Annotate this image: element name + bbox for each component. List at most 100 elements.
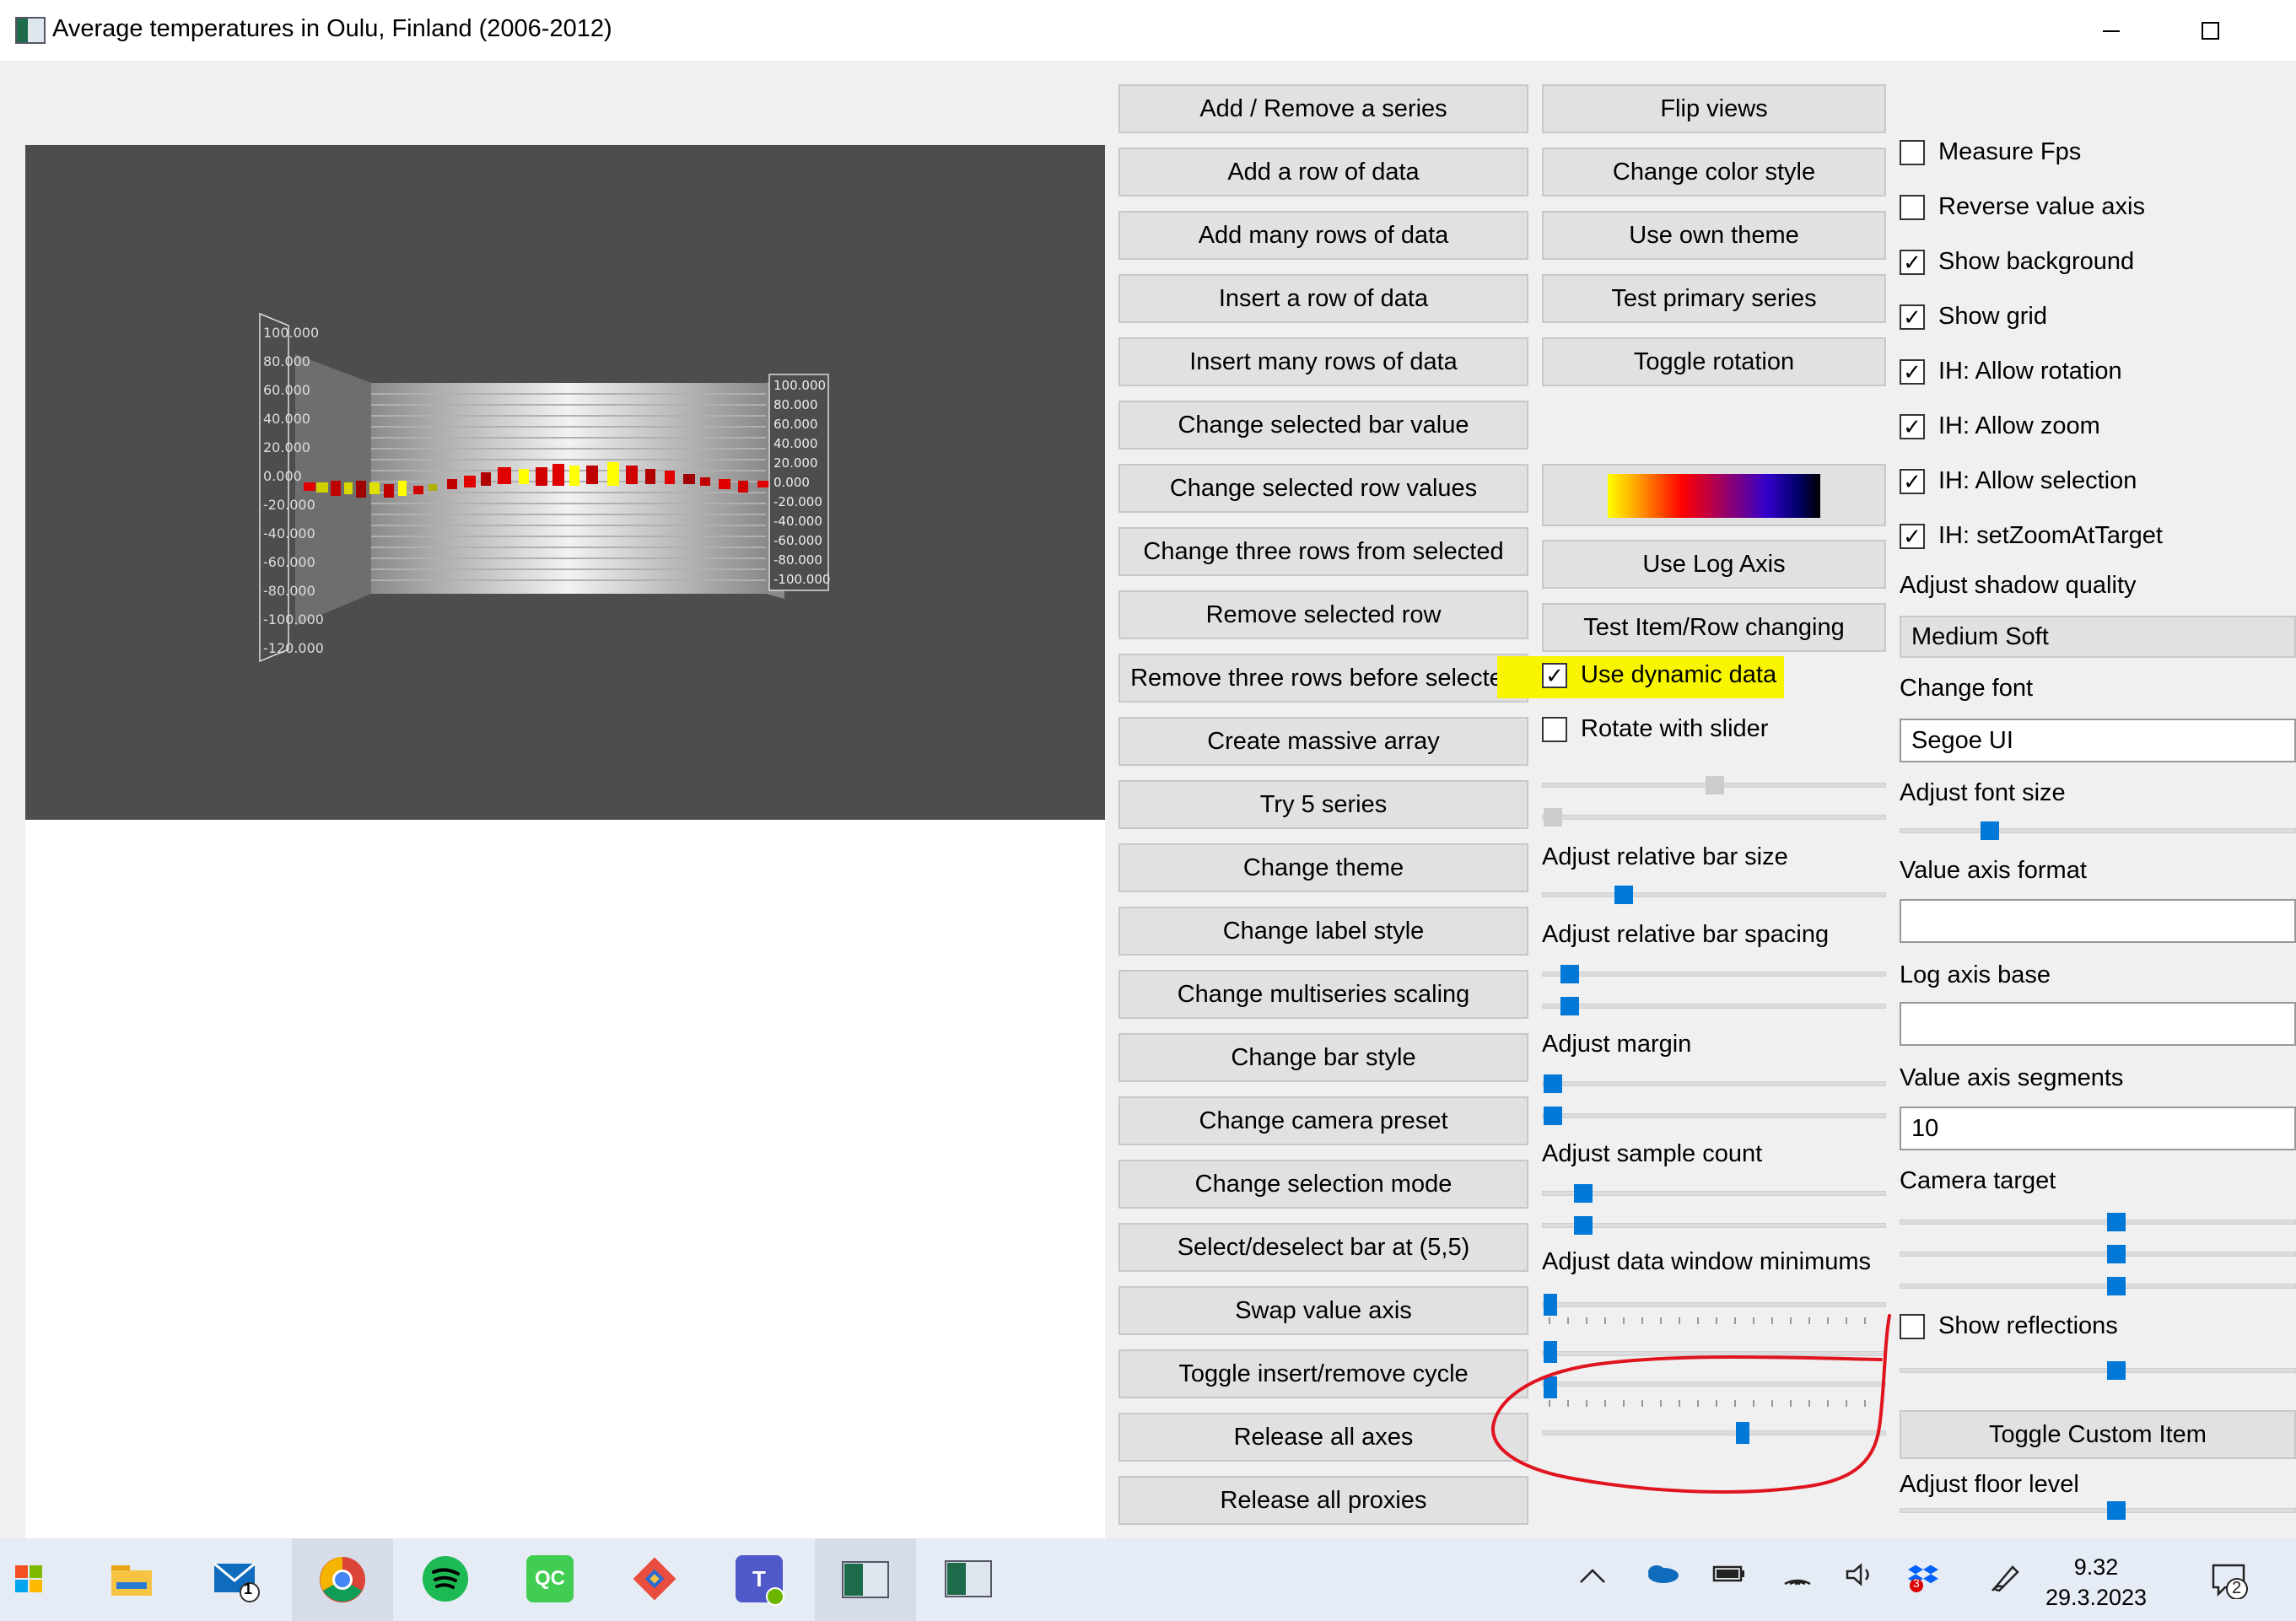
create-massive-array-button[interactable]: Create massive array <box>1118 717 1528 766</box>
margin-slider-track[interactable] <box>1542 1081 1886 1086</box>
change-theme-button[interactable]: Change theme <box>1118 843 1528 892</box>
sample-count-col-slider-track[interactable] <box>1542 1223 1886 1228</box>
show-hidden-icons-button[interactable] <box>1579 1562 1606 1591</box>
release-all-axes-button[interactable]: Release all axes <box>1118 1413 1528 1462</box>
change-selection-mode-button[interactable]: Change selection mode <box>1118 1160 1528 1209</box>
value-axis-segments-input[interactable]: 10 <box>1900 1107 2296 1150</box>
dropbox-button[interactable]: 3 <box>1908 1562 1942 1599</box>
bar-spacing-z-slider-track[interactable] <box>1542 1004 1886 1009</box>
volume-button[interactable] <box>1844 1562 1878 1594</box>
measure-fps-checkbox[interactable]: Measure Fps <box>1900 138 2081 166</box>
change-selected-row-values-button[interactable]: Change selected row values <box>1118 464 1528 513</box>
change-camera-preset-button[interactable]: Change camera preset <box>1118 1096 1528 1145</box>
remove-selected-row-button[interactable]: Remove selected row <box>1118 590 1528 639</box>
ih-set-zoom-at-target-checkbox[interactable]: ✓ IH: setZoomAtTarget <box>1900 522 2163 550</box>
change-multiseries-scaling-button[interactable]: Change multiseries scaling <box>1118 970 1528 1019</box>
try-5-series-button[interactable]: Try 5 series <box>1118 780 1528 829</box>
use-dynamic-data-checkbox[interactable]: ✓ Use dynamic data <box>1542 661 1776 689</box>
log-axis-base-input[interactable] <box>1900 1002 2296 1046</box>
chrome-button[interactable] <box>292 1538 393 1621</box>
spotify-button[interactable] <box>422 1555 469 1602</box>
bar-spacing-z-slider-thumb[interactable] <box>1560 997 1579 1015</box>
insert-many-rows-button[interactable]: Insert many rows of data <box>1118 337 1528 386</box>
battery-button[interactable] <box>1712 1562 1746 1592</box>
reflectivity-slider-thumb[interactable] <box>2107 1361 2126 1380</box>
floor-level-slider-track[interactable] <box>1900 1508 2296 1513</box>
toggle-custom-item-button[interactable]: Toggle Custom Item <box>1900 1410 2296 1459</box>
teams-button[interactable]: T <box>736 1555 784 1606</box>
add-row-button[interactable]: Add a row of data <box>1118 148 1528 197</box>
sample-count-row-slider-thumb[interactable] <box>1574 1184 1593 1203</box>
flip-views-button[interactable]: Flip views <box>1542 84 1886 133</box>
sample-count-col-slider-thumb[interactable] <box>1574 1216 1593 1235</box>
ih-allow-zoom-checkbox[interactable]: ✓ IH: Allow zoom <box>1900 412 2100 440</box>
reverse-value-axis-checkbox[interactable]: Reverse value axis <box>1900 193 2145 221</box>
camera-target-x-thumb[interactable] <box>2107 1213 2126 1231</box>
shadow-quality-dropdown[interactable]: Medium Soft <box>1900 616 2296 658</box>
clock[interactable]: 9.32 29.3.2023 <box>2041 1552 2151 1613</box>
margin-slider-2-track[interactable] <box>1542 1113 1886 1118</box>
font-dropdown[interactable]: Segoe UI <box>1900 719 2296 762</box>
add-remove-series-button[interactable]: Add / Remove a series <box>1118 84 1528 133</box>
margin-slider-2-thumb[interactable] <box>1544 1107 1562 1125</box>
camera-target-y-track[interactable] <box>1900 1252 2296 1257</box>
sample-count-row-slider-track[interactable] <box>1542 1191 1886 1196</box>
floor-level-slider-thumb[interactable] <box>2107 1501 2126 1520</box>
bars-app-button-active[interactable] <box>815 1538 916 1621</box>
rotation-y-slider-track[interactable] <box>1542 815 1886 820</box>
test-item-row-changing-button[interactable]: Test Item/Row changing <box>1542 603 1886 652</box>
rotate-with-slider-checkbox[interactable]: Rotate with slider <box>1542 715 1768 743</box>
wifi-button[interactable] <box>1781 1562 1814 1594</box>
swap-value-axis-button[interactable]: Swap value axis <box>1118 1286 1528 1335</box>
change-three-rows-button[interactable]: Change three rows from selected <box>1118 527 1528 576</box>
bar-graph-view[interactable]: 100.000 80.000 60.000 40.000 20.000 0.00… <box>25 145 1105 820</box>
ih-allow-rotation-checkbox[interactable]: ✓ IH: Allow rotation <box>1900 358 2122 385</box>
file-explorer-button[interactable] <box>108 1555 155 1602</box>
camera-target-z-thumb[interactable] <box>2107 1277 2126 1295</box>
toggle-insert-remove-cycle-button[interactable]: Toggle insert/remove cycle <box>1118 1349 1528 1398</box>
use-own-theme-button[interactable]: Use own theme <box>1542 211 1886 260</box>
camera-target-y-thumb[interactable] <box>2107 1245 2126 1263</box>
test-primary-series-button[interactable]: Test primary series <box>1542 274 1886 323</box>
notifications-button[interactable]: 2 <box>2210 1562 2249 1606</box>
onedrive-button[interactable] <box>1645 1562 1679 1591</box>
value-axis-format-input[interactable] <box>1900 899 2296 943</box>
maximize-button[interactable] <box>2173 8 2249 54</box>
bar-size-slider-thumb[interactable] <box>1614 886 1633 904</box>
camera-target-z-track[interactable] <box>1900 1284 2296 1289</box>
font-size-slider-thumb[interactable] <box>1981 821 1999 840</box>
show-grid-checkbox[interactable]: ✓ Show grid <box>1900 303 2047 331</box>
change-label-style-button[interactable]: Change label style <box>1118 907 1528 956</box>
change-color-style-button[interactable]: Change color style <box>1542 148 1886 197</box>
add-many-rows-button[interactable]: Add many rows of data <box>1118 211 1528 260</box>
insert-row-button[interactable]: Insert a row of data <box>1118 274 1528 323</box>
qt-creator-button[interactable]: QC <box>526 1555 574 1602</box>
select-deselect-bar-button[interactable]: Select/deselect bar at (5,5) <box>1118 1223 1528 1272</box>
mail-button[interactable]: 1 <box>213 1555 260 1602</box>
bar-graph-svg[interactable]: 100.000 80.000 60.000 40.000 20.000 0.00… <box>25 145 1105 820</box>
use-log-axis-button[interactable]: Use Log Axis <box>1542 540 1886 589</box>
rotation-x-slider-thumb[interactable] <box>1706 776 1724 794</box>
ih-allow-selection-checkbox[interactable]: ✓ IH: Allow selection <box>1900 467 2137 495</box>
camera-target-x-track[interactable] <box>1900 1220 2296 1225</box>
show-reflections-checkbox[interactable]: Show reflections <box>1900 1312 2118 1340</box>
show-background-checkbox[interactable]: ✓ Show background <box>1900 248 2134 276</box>
font-size-slider-track[interactable] <box>1900 828 2296 833</box>
remove-three-rows-button[interactable]: Remove three rows before selected <box>1118 654 1528 703</box>
gradient-button[interactable] <box>1542 464 1886 526</box>
git-button[interactable] <box>631 1555 678 1602</box>
minimize-button[interactable] <box>2073 8 2149 54</box>
pen-button[interactable] <box>1989 1562 2023 1599</box>
rotation-y-slider-thumb[interactable] <box>1544 808 1562 827</box>
start-button[interactable] <box>3 1555 54 1602</box>
toggle-rotation-button[interactable]: Toggle rotation <box>1542 337 1886 386</box>
bar-size-slider-track[interactable] <box>1542 892 1886 897</box>
bar-spacing-x-slider-track[interactable] <box>1542 972 1886 977</box>
release-all-proxies-button[interactable]: Release all proxies <box>1118 1476 1528 1525</box>
change-bar-style-button[interactable]: Change bar style <box>1118 1033 1528 1082</box>
change-selected-bar-value-button[interactable]: Change selected bar value <box>1118 401 1528 450</box>
bars-app-button[interactable] <box>945 1555 992 1602</box>
margin-slider-thumb[interactable] <box>1544 1074 1562 1093</box>
reflectivity-slider-track[interactable] <box>1900 1368 2296 1373</box>
bar-spacing-x-slider-thumb[interactable] <box>1560 965 1579 983</box>
